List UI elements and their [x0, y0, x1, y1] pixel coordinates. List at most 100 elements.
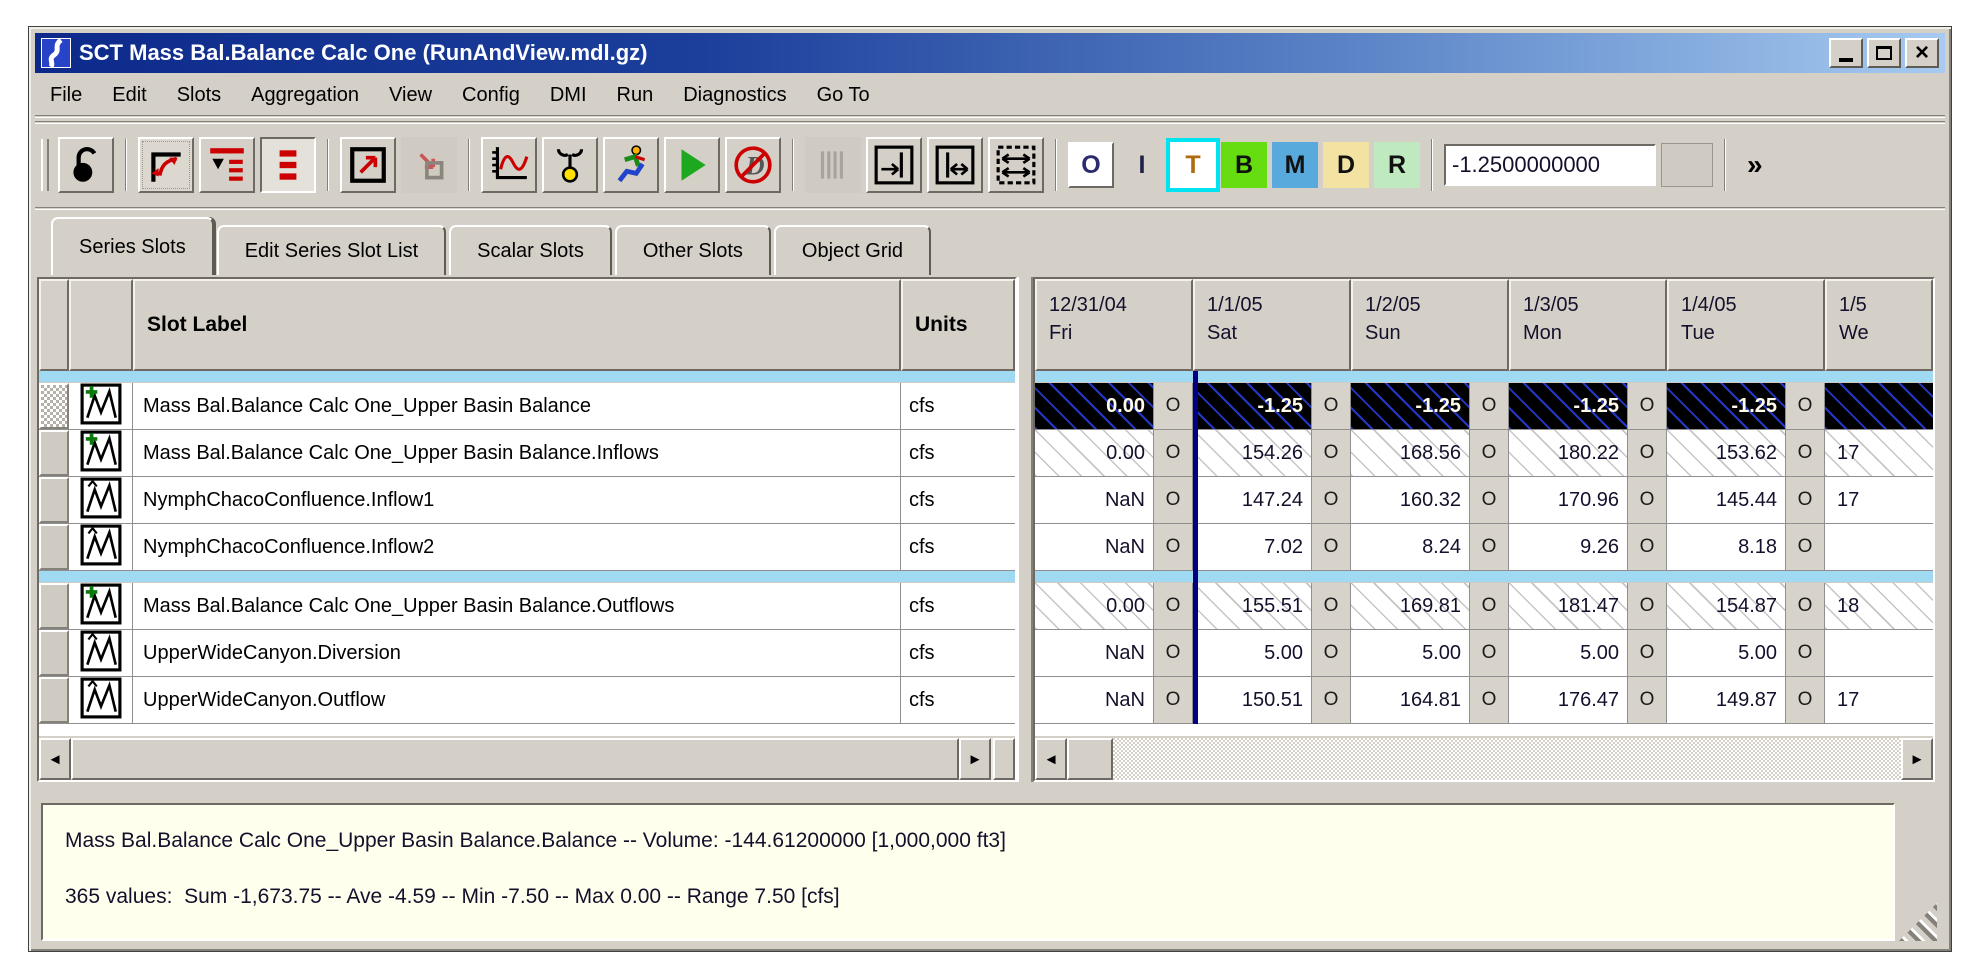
tab-edit-series-slot-list[interactable]: Edit Series Slot List: [217, 225, 446, 275]
flag-cell[interactable]: O: [1311, 630, 1351, 676]
value-cell[interactable]: 5.00: [1351, 630, 1469, 676]
lock-open-button[interactable]: [58, 137, 114, 193]
menu-item-aggregation[interactable]: Aggregation: [236, 82, 374, 109]
close-button[interactable]: ×: [1905, 38, 1939, 68]
scroll-track[interactable]: [1113, 738, 1901, 780]
flag-cell[interactable]: O: [1627, 677, 1667, 723]
flag-button-b[interactable]: B: [1221, 142, 1267, 188]
flag-cell[interactable]: O: [1469, 477, 1509, 523]
value-cell[interactable]: 7.02: [1193, 524, 1311, 570]
units-cell[interactable]: cfs: [901, 583, 1015, 629]
value-cell[interactable]: 170.96: [1509, 477, 1627, 523]
fit-column-width-button[interactable]: [927, 137, 983, 193]
value-cell[interactable]: 176.47: [1509, 677, 1627, 723]
value-cell[interactable]: 153.62: [1667, 430, 1785, 476]
slot-type-cell[interactable]: [69, 430, 133, 476]
flag-cell[interactable]: O: [1785, 583, 1825, 629]
slot-type-cell[interactable]: [69, 630, 133, 676]
flag-cell[interactable]: O: [1469, 677, 1509, 723]
value-cell[interactable]: 9.26: [1509, 524, 1627, 570]
flag-cell[interactable]: O: [1153, 677, 1193, 723]
row-list-button[interactable]: [260, 137, 316, 193]
value-cell[interactable]: 5.00: [1193, 630, 1311, 676]
flag-cell[interactable]: O: [1153, 524, 1193, 570]
units-cell[interactable]: cfs: [901, 630, 1015, 676]
flag-cell[interactable]: O: [1469, 524, 1509, 570]
value-cell[interactable]: -1.25: [1351, 383, 1469, 429]
value-cell[interactable]: 17: [1825, 430, 1933, 476]
date-column-header[interactable]: 1/5We: [1825, 279, 1933, 371]
pane-splitter[interactable]: [1017, 277, 1033, 782]
flag-cell[interactable]: O: [1153, 583, 1193, 629]
flag-cell[interactable]: O: [1311, 477, 1351, 523]
slot-label-cell[interactable]: UpperWideCanyon.Outflow: [133, 677, 901, 723]
units-cell[interactable]: cfs: [901, 477, 1015, 523]
scroll-left-button[interactable]: ◄: [39, 738, 71, 780]
value-cell[interactable]: 169.81: [1351, 583, 1469, 629]
flag-cell[interactable]: O: [1785, 630, 1825, 676]
flag-cell[interactable]: O: [1469, 383, 1509, 429]
flag-cell[interactable]: O: [1627, 430, 1667, 476]
value-cell[interactable]: 18: [1825, 583, 1933, 629]
menu-item-slots[interactable]: Slots: [162, 82, 236, 109]
value-cell[interactable]: 149.87: [1667, 677, 1785, 723]
slot-type-cell[interactable]: [69, 677, 133, 723]
fit-all-columns-button[interactable]: [988, 137, 1044, 193]
value-cell[interactable]: [1825, 383, 1933, 429]
row-grip[interactable]: [39, 383, 69, 429]
cell-value-input[interactable]: [1444, 144, 1656, 186]
menu-item-config[interactable]: Config: [447, 82, 535, 109]
row-grip[interactable]: [39, 430, 69, 476]
value-cell[interactable]: 155.51: [1193, 583, 1311, 629]
run-control-button[interactable]: [603, 137, 659, 193]
plot-button[interactable]: [481, 137, 537, 193]
value-cell[interactable]: 147.24: [1193, 477, 1311, 523]
flag-button-r[interactable]: R: [1374, 142, 1420, 188]
flag-cell[interactable]: O: [1153, 630, 1193, 676]
slot-type-cell[interactable]: [69, 383, 133, 429]
menu-item-go-to[interactable]: Go To: [802, 82, 885, 109]
flag-cell[interactable]: O: [1469, 583, 1509, 629]
value-cell[interactable]: 168.56: [1351, 430, 1469, 476]
flag-cell[interactable]: O: [1153, 383, 1193, 429]
flag-cell[interactable]: O: [1627, 524, 1667, 570]
flag-cell[interactable]: O: [1627, 630, 1667, 676]
value-cell[interactable]: NaN: [1035, 524, 1153, 570]
flag-button-d[interactable]: D: [1323, 142, 1369, 188]
row-grip[interactable]: [39, 477, 69, 523]
slot-type-cell[interactable]: [69, 583, 133, 629]
slot-label-cell[interactable]: UpperWideCanyon.Diversion: [133, 630, 901, 676]
date-column-header[interactable]: 1/1/05Sat: [1193, 279, 1351, 371]
value-cell[interactable]: 17: [1825, 477, 1933, 523]
scroll-right-button[interactable]: ►: [959, 738, 991, 780]
value-cell[interactable]: NaN: [1035, 477, 1153, 523]
slot-label-cell[interactable]: Mass Bal.Balance Calc One_Upper Basin Ba…: [133, 430, 901, 476]
flag-cell[interactable]: O: [1627, 477, 1667, 523]
maximize-button[interactable]: [1867, 38, 1901, 68]
toolbar-overflow-button[interactable]: »: [1747, 149, 1763, 181]
flag-cell[interactable]: O: [1627, 383, 1667, 429]
menu-item-diagnostics[interactable]: Diagnostics: [668, 82, 801, 109]
aggregation-list-button[interactable]: [199, 137, 255, 193]
value-cell[interactable]: 8.24: [1351, 524, 1469, 570]
menu-item-view[interactable]: View: [374, 82, 447, 109]
value-cell[interactable]: -1.25: [1193, 383, 1311, 429]
slot-label-cell[interactable]: Mass Bal.Balance Calc One_Upper Basin Ba…: [133, 383, 901, 429]
flag-cell[interactable]: O: [1311, 677, 1351, 723]
row-grip[interactable]: [39, 630, 69, 676]
flag-button-o[interactable]: O: [1068, 142, 1114, 188]
menu-item-run[interactable]: Run: [602, 82, 669, 109]
timeseries-hscrollbar[interactable]: ◄►: [1035, 738, 1933, 780]
flag-button-m[interactable]: M: [1272, 142, 1318, 188]
units-cell[interactable]: cfs: [901, 430, 1015, 476]
flag-button-t[interactable]: T: [1170, 142, 1216, 188]
value-cell[interactable]: 5.00: [1509, 630, 1627, 676]
expand-cell-button[interactable]: [340, 137, 396, 193]
units-cell[interactable]: cfs: [901, 383, 1015, 429]
flag-cell[interactable]: O: [1311, 383, 1351, 429]
flag-button-i[interactable]: I: [1119, 142, 1165, 188]
flag-cell[interactable]: O: [1311, 583, 1351, 629]
date-column-header[interactable]: 1/2/05Sun: [1351, 279, 1509, 371]
flag-cell[interactable]: O: [1311, 524, 1351, 570]
value-cell[interactable]: 181.47: [1509, 583, 1627, 629]
